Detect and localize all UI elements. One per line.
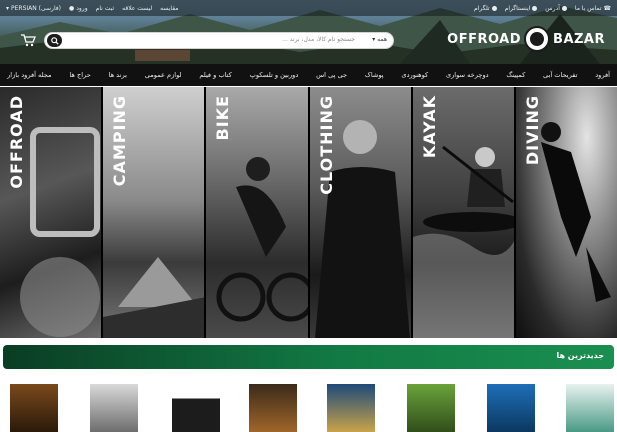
- nav-item-cycling[interactable]: دوچرخه سواری: [443, 71, 492, 79]
- vehicle-image: [30, 127, 100, 237]
- nav-item-cameras[interactable]: دوربین و تلسکوپ: [247, 71, 302, 79]
- banner-label-clothing: CLOTHING: [316, 95, 336, 195]
- category-banner: OFFROAD CAMPING BIKE CLOTHING KAYAK DIVI…: [0, 87, 617, 338]
- telegram-link[interactable]: تلگرام: [474, 5, 497, 12]
- nav-item-water-sports[interactable]: تفریحات آبی: [540, 71, 580, 79]
- logo-badge-icon: [524, 26, 551, 52]
- nav-item-camping[interactable]: کمپینگ: [503, 71, 528, 79]
- wishlist-link[interactable]: لیست علاقه: [122, 5, 152, 12]
- product-thumbnail[interactable]: [90, 384, 138, 432]
- search-category-select[interactable]: همه ▾: [372, 36, 387, 43]
- product-thumbnail[interactable]: [407, 384, 455, 432]
- nav-item-clothing[interactable]: پوشاک: [362, 71, 387, 79]
- address-link[interactable]: آدرس: [545, 5, 567, 12]
- language-icon: ▾: [6, 4, 10, 12]
- product-thumbnail[interactable]: [487, 384, 535, 432]
- map-pin-icon: [561, 5, 567, 11]
- new-products-header: جدیدترین ها: [3, 345, 614, 369]
- search-button[interactable]: [47, 34, 62, 47]
- product-thumbnail[interactable]: [10, 384, 58, 432]
- user-icon: ●: [68, 4, 75, 12]
- nav-item-sales[interactable]: حراج ها: [66, 71, 93, 79]
- banner-panel-offroad[interactable]: OFFROAD: [0, 87, 102, 338]
- banner-label-camping: CAMPING: [110, 95, 130, 187]
- site-logo[interactable]: OFFROAD BAZAR: [447, 24, 605, 54]
- nav-item-general[interactable]: لوازم عمومی: [142, 71, 185, 79]
- nav-item-climbing[interactable]: کوهنوردی: [398, 71, 431, 79]
- banner-label-diving: DIVING: [522, 95, 542, 166]
- language-selector[interactable]: ▾ PERSIAN (فارسی): [6, 5, 61, 12]
- cyclist-image: [216, 157, 308, 322]
- product-thumbnail[interactable]: [327, 384, 375, 432]
- banner-label-offroad: OFFROAD: [7, 95, 26, 189]
- new-products-title: جدیدترین ها: [556, 351, 604, 360]
- banner-label-kayak: KAYAK: [419, 95, 439, 159]
- search-bar: همه ▾ جستجو نام کالا، مدل، برند ...: [44, 32, 394, 49]
- banner-panel-bike[interactable]: BIKE: [206, 87, 308, 338]
- site-header: ▾ PERSIAN (فارسی) ● ورود ثبت نام لیست عل…: [0, 0, 617, 64]
- nav-item-gps[interactable]: جی پی اس: [313, 71, 350, 79]
- search-input[interactable]: جستجو نام کالا، مدل، برند ...: [282, 36, 355, 43]
- banner-panel-clothing[interactable]: CLOTHING: [309, 87, 411, 338]
- product-thumbnail[interactable]: [172, 384, 220, 432]
- login-link[interactable]: ● ورود: [69, 5, 88, 12]
- search-icon: [50, 36, 59, 45]
- instagram-link[interactable]: اینستاگرام: [505, 5, 538, 12]
- logo-word-offroad: OFFROAD: [447, 31, 522, 47]
- nav-item-books[interactable]: کتاب و فیلم: [196, 71, 234, 79]
- kayaker-image: [412, 145, 514, 338]
- banner-panel-kayak[interactable]: KAYAK: [412, 87, 514, 338]
- nav-item-brands[interactable]: برند ها: [106, 71, 130, 79]
- product-thumbnail[interactable]: [566, 384, 614, 432]
- telegram-icon: [491, 5, 497, 11]
- nav-item-offroad[interactable]: آفرود: [592, 71, 613, 79]
- top-bar: ▾ PERSIAN (فارسی) ● ورود ثبت نام لیست عل…: [0, 0, 617, 16]
- compare-link[interactable]: مقایسه: [160, 5, 178, 12]
- contact-link[interactable]: ☎ تماس با ما: [575, 5, 611, 12]
- logo-word-bazar: BAZAR: [553, 31, 605, 47]
- register-link[interactable]: ثبت نام: [96, 5, 115, 12]
- nav-item-magazine[interactable]: مجله آفرود بازار: [4, 71, 55, 79]
- tent-image: [103, 257, 205, 338]
- new-products-row: [0, 380, 617, 432]
- main-navigation: آفرود تفریحات آبی کمپینگ دوچرخه سواری کو…: [0, 64, 617, 86]
- phone-icon: ☎: [603, 4, 611, 12]
- instagram-icon: [532, 5, 538, 11]
- contact-links: ☎ تماس با ما آدرس اینستاگرام تلگرام: [474, 5, 611, 12]
- banner-panel-camping[interactable]: CAMPING: [103, 87, 205, 338]
- splash-image: [20, 257, 100, 337]
- account-links: ▾ PERSIAN (فارسی) ● ورود ثبت نام لیست عل…: [6, 5, 178, 12]
- banner-label-bike: BIKE: [213, 95, 233, 141]
- product-thumbnail[interactable]: [249, 384, 297, 432]
- cart-icon[interactable]: [20, 33, 36, 47]
- banner-panel-diving[interactable]: DIVING: [515, 87, 617, 338]
